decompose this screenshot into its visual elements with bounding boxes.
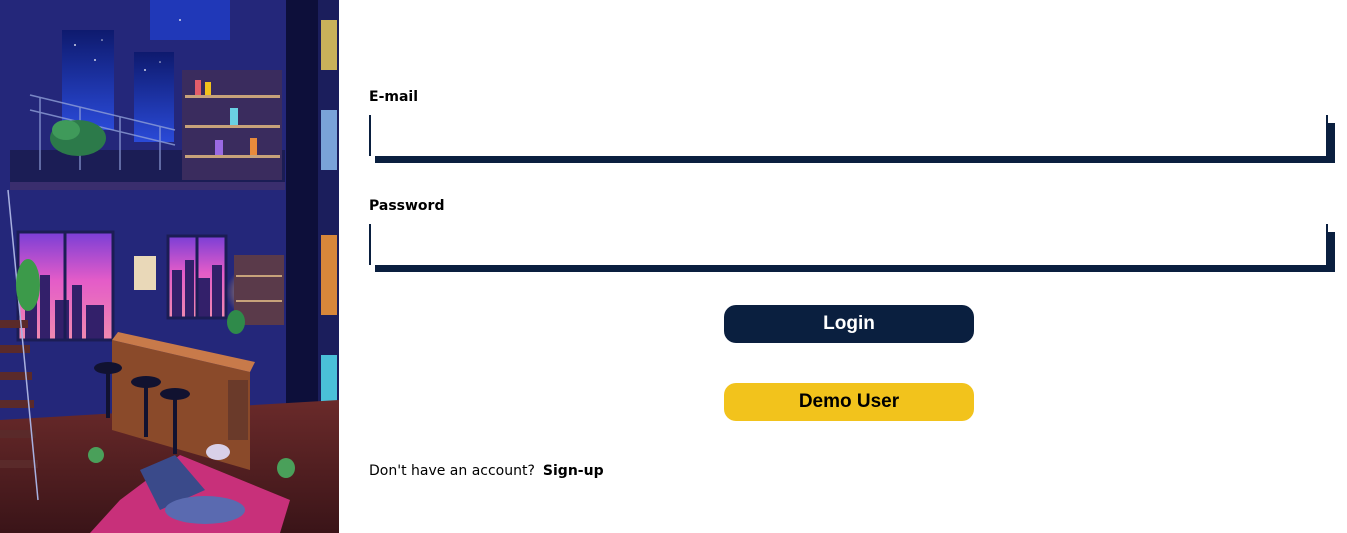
email-input[interactable]	[369, 115, 1328, 156]
password-label: Password	[369, 198, 445, 214]
login-page: E-mail Password Login Demo User Don't ha…	[0, 0, 1347, 533]
email-input-shadow-right	[1328, 123, 1335, 163]
loft-illustration	[0, 0, 339, 533]
password-input-shadow	[375, 265, 1335, 272]
demo-user-button[interactable]: Demo User	[724, 383, 974, 421]
signup-link[interactable]: Sign-up	[543, 463, 604, 479]
password-field-wrapper	[369, 224, 1335, 272]
signup-prompt: Don't have an account?	[369, 463, 535, 479]
login-form: E-mail Password Login Demo User Don't ha…	[369, 0, 1335, 533]
loft-illustration-svg	[0, 0, 339, 533]
password-input[interactable]	[369, 224, 1328, 265]
password-input-shadow-right	[1328, 232, 1335, 272]
email-field-wrapper	[369, 115, 1335, 163]
email-label: E-mail	[369, 89, 419, 105]
signup-row: Don't have an account? Sign-up	[369, 462, 604, 480]
login-button[interactable]: Login	[724, 305, 974, 343]
email-input-shadow	[375, 156, 1335, 163]
